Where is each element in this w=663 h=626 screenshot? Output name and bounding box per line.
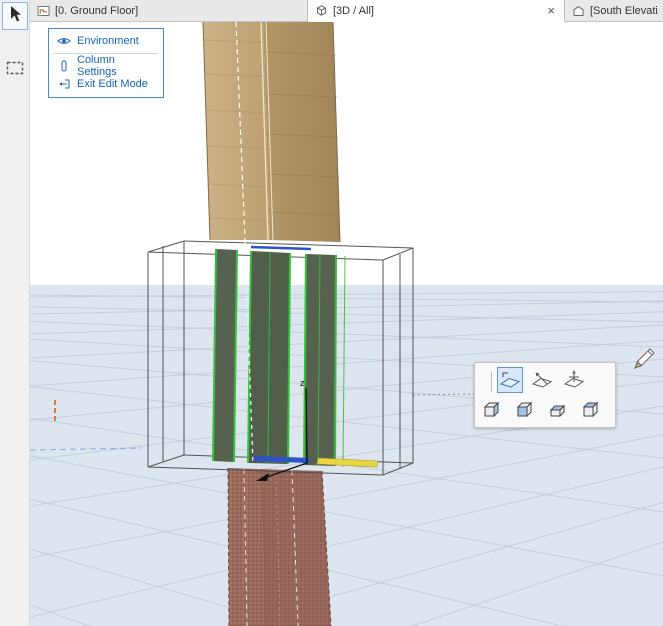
menu-item-environment[interactable]: Environment — [49, 32, 163, 50]
tab-south-elevation[interactable]: [South Elevati — [565, 0, 663, 22]
menu-item-label: Column Settings — [77, 54, 117, 78]
cube-slab-icon — [549, 404, 566, 418]
cube-bottom-face-button[interactable] — [479, 397, 505, 423]
close-icon[interactable]: × — [545, 4, 557, 17]
tab-label: [South Elevati — [590, 4, 658, 17]
cube-slab-button[interactable] — [545, 397, 571, 423]
app-window: [0. Ground Floor] [3D / All] × [South El… — [0, 0, 663, 626]
elevation-icon — [572, 5, 585, 17]
cube-side-face-button[interactable] — [512, 397, 538, 423]
z-axis-label: z — [300, 378, 305, 388]
selection-blue-edge-top — [250, 245, 312, 251]
palette-row-cubes — [479, 397, 604, 423]
marquee-icon — [6, 61, 24, 80]
palette-separator — [491, 372, 492, 392]
arrow-cursor-icon — [7, 5, 23, 28]
edit-plane-free-button[interactable] — [561, 367, 587, 393]
eye-icon — [57, 36, 71, 46]
menu-item-exit-edit-mode[interactable]: Exit Edit Mode — [49, 75, 163, 93]
tab-3d-all[interactable]: [3D / All] × — [308, 0, 565, 22]
marquee-tool[interactable] — [2, 56, 28, 84]
3d-viewport[interactable]: z Environment Column Settings Exit Edit … — [30, 22, 663, 626]
cube-bottom-face-icon — [483, 401, 500, 418]
column-lower[interactable] — [227, 467, 332, 626]
floor-plan-icon — [37, 5, 50, 17]
tab-bar: [0. Ground Floor] [3D / All] × [South El… — [30, 0, 663, 22]
cube-top-face-icon — [582, 401, 599, 418]
editing-plane-palette — [474, 362, 616, 428]
edit-plane-tilted-icon — [531, 372, 553, 388]
3d-view-icon — [315, 4, 328, 17]
edit-plane-free-icon — [563, 370, 585, 388]
tab-label: [3D / All] — [333, 4, 374, 17]
exit-icon — [57, 79, 71, 89]
arrow-tool[interactable] — [1, 2, 28, 30]
menu-item-column-settings[interactable]: Column Settings — [49, 54, 163, 78]
edit-plane-horizontal-button[interactable] — [497, 367, 523, 393]
ground-plane — [30, 285, 663, 626]
pencil-cursor-icon — [631, 346, 657, 377]
edit-mode-context-menu: Environment Column Settings Exit Edit Mo… — [48, 28, 164, 98]
cube-side-face-icon — [516, 401, 533, 418]
cube-top-face-button[interactable] — [578, 397, 604, 423]
tab-ground-floor[interactable]: [0. Ground Floor] — [30, 0, 308, 22]
tab-label: [0. Ground Floor] — [55, 4, 139, 17]
edit-plane-horizontal-icon — [499, 372, 521, 388]
3d-scene: z — [30, 22, 663, 626]
menu-item-label: Exit Edit Mode — [77, 78, 148, 90]
palette-row-planes — [497, 367, 587, 393]
menu-item-label: Environment — [77, 35, 139, 47]
edit-plane-tilted-button[interactable] — [529, 367, 555, 393]
column-upper[interactable] — [202, 22, 341, 243]
tool-palette — [0, 0, 30, 626]
column-icon — [57, 60, 71, 72]
